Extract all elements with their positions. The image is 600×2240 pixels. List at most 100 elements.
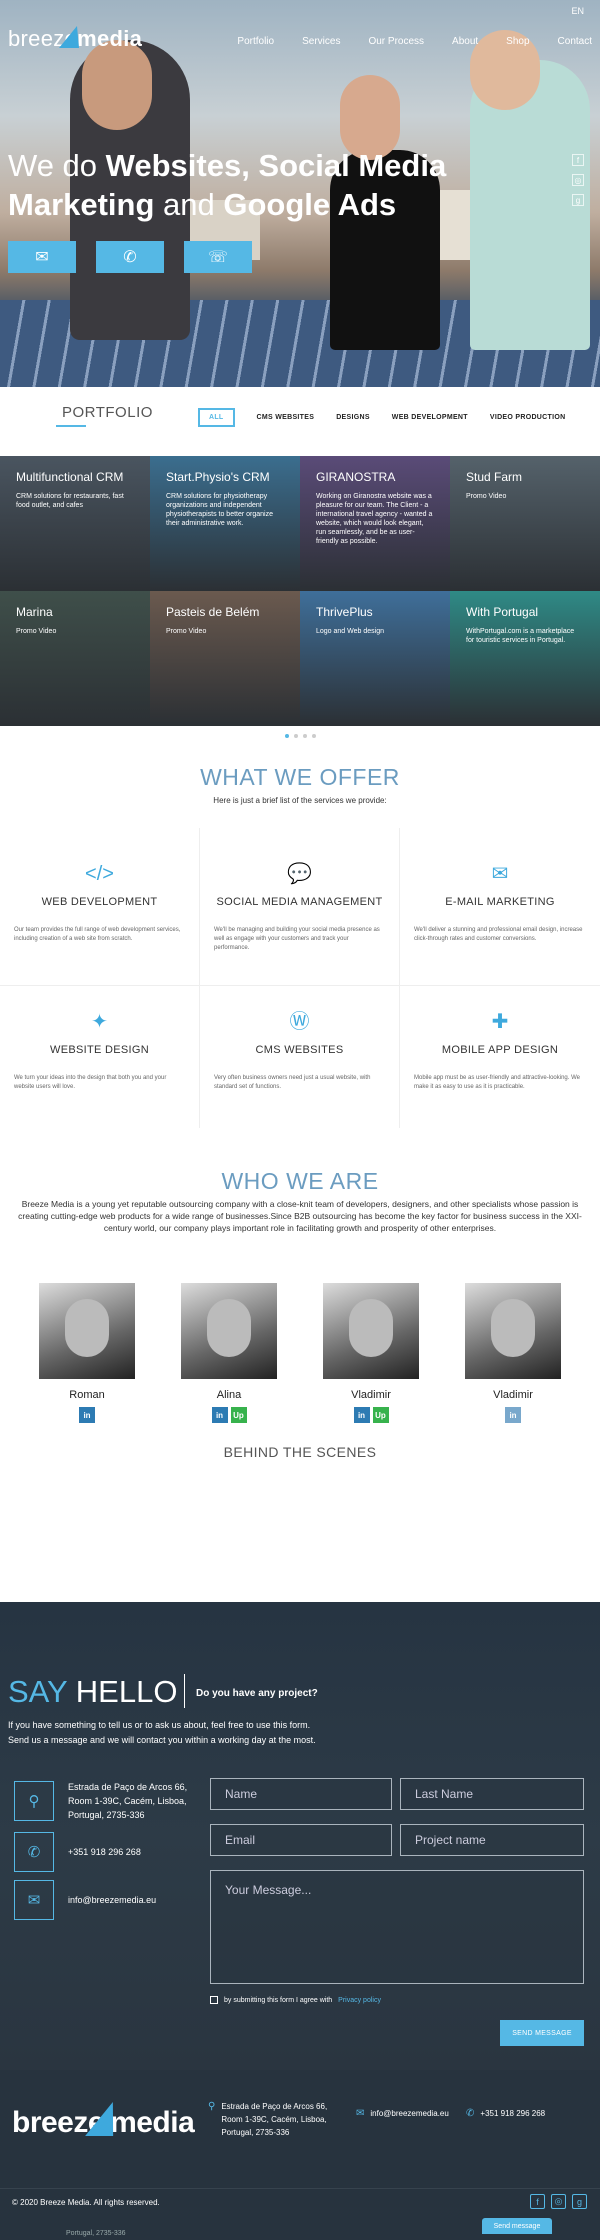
- member-name: Roman: [69, 1389, 105, 1401]
- portfolio-title: PORTFOLIO: [56, 404, 153, 427]
- instagram-icon[interactable]: ◎: [551, 2194, 566, 2209]
- footer-phone[interactable]: ✆ +351 918 296 268: [466, 2108, 545, 2119]
- service-card: ✉ E-MAIL MARKETING We'll deliver a stunnin…: [400, 828, 600, 986]
- location-pin-icon: ⚲: [208, 2101, 216, 2112]
- portfolio-item[interactable]: With Portugal WithPortugal.com is a marke…: [450, 591, 600, 726]
- address-line: Estrada de Paço de Arcos 66,: [221, 2102, 328, 2111]
- who-title: WHO WE ARE: [221, 1168, 379, 1194]
- message-textarea[interactable]: Your Message...: [210, 1870, 584, 1984]
- hello-text: HELLO: [67, 1674, 178, 1709]
- main-nav: Portfolio Services Our Process About Sho…: [237, 36, 592, 47]
- portfolio-item[interactable]: ThrivePlus Logo and Web design: [300, 591, 450, 726]
- envelope-icon: ✉: [356, 2108, 365, 2119]
- team-member: Vladimir in Up: [316, 1283, 426, 1423]
- service-desc: Mobile app must be as user-friendly and …: [414, 1075, 580, 1090]
- phone-text[interactable]: +351 918 296 268: [68, 1845, 198, 1859]
- project-question: Do you have any project?: [196, 1688, 318, 1699]
- agree-checkbox[interactable]: [210, 1996, 218, 2004]
- divider: [0, 2188, 600, 2189]
- phone-icon: ✆: [14, 1832, 54, 1872]
- nav-contact[interactable]: Contact: [558, 36, 592, 47]
- address-line: Room 1-39C, Cacém, Lisboa,: [221, 2115, 327, 2124]
- service-card: ✦ WEBSITE DESIGN We turn your ideas into t…: [0, 986, 200, 1128]
- puzzle-icon: ✚: [491, 1011, 509, 1033]
- privacy-agreement: by submitting this form I agree with Priv…: [210, 1996, 381, 2004]
- portfolio-item[interactable]: Stud Farm Promo Video: [450, 456, 600, 591]
- send-message-button[interactable]: SEND MESSAGE: [500, 2020, 584, 2046]
- envelope-icon: ✉: [35, 249, 49, 266]
- services-grid: </> WEB DEVELOPMENT Our team provides the …: [0, 828, 600, 1128]
- offer-subtitle: Here is just a brief list of the service…: [213, 796, 387, 805]
- mail-icon: ✉: [491, 863, 509, 885]
- last-name-input[interactable]: Last Name: [400, 1778, 584, 1810]
- portfolio-item[interactable]: Start.Physio's CRM CRM solutions for phys…: [150, 456, 300, 591]
- service-desc: We turn your ideas into the design that …: [14, 1075, 167, 1090]
- portfolio-item-desc: Working on Giranostra website was a plea…: [316, 493, 433, 545]
- linkedin-icon[interactable]: in: [353, 1407, 370, 1423]
- service-card: 💬 SOCIAL MEDIA MANAGEMENT We'll be managin…: [200, 828, 400, 986]
- carousel-dot[interactable]: [302, 734, 307, 738]
- member-name: Vladimir: [351, 1389, 391, 1401]
- facebook-icon[interactable]: f: [572, 154, 584, 166]
- portfolio-item-title: ThrivePlus: [316, 605, 373, 619]
- upwork-icon[interactable]: Up: [372, 1407, 389, 1423]
- footer-email[interactable]: ✉ info@breezemedia.eu: [356, 2108, 449, 2119]
- intro-line: If you have something to tell us or to a…: [8, 1720, 311, 1730]
- send-message-tab[interactable]: Send message: [482, 2218, 552, 2234]
- email-button[interactable]: ✉: [8, 241, 76, 273]
- footer-social: f ◎ g: [530, 2194, 587, 2209]
- nav-our-process[interactable]: Our Process: [368, 36, 424, 47]
- hero-headline: We do Websites, Social Media Marketing a…: [8, 146, 446, 224]
- google-plus-icon[interactable]: g: [572, 2194, 587, 2209]
- nav-portfolio[interactable]: Portfolio: [237, 36, 274, 47]
- filter-cms-websites[interactable]: CMS WEBSITES: [257, 414, 315, 421]
- address-line: Portugal, 2735-336: [221, 2128, 290, 2137]
- upwork-icon[interactable]: Up: [230, 1407, 247, 1423]
- headline-text: Websites, Social Media: [105, 148, 447, 183]
- footer: breeze media ⚲ Estrada de Paço de Arcos 66…: [0, 2070, 600, 2240]
- service-card: Ⓦ CMS WEBSITES Very often business owners …: [200, 986, 400, 1128]
- linkedin-icon[interactable]: in: [505, 1407, 521, 1423]
- portfolio-item[interactable]: GIRANOSTRA Working on Giranostra website …: [300, 456, 450, 591]
- carousel-dot[interactable]: [284, 734, 289, 738]
- headline-text: We do: [8, 148, 106, 183]
- chat-button[interactable]: ☏: [184, 241, 252, 273]
- phone-icon: ✆: [123, 249, 137, 266]
- filter-video-production[interactable]: VIDEO PRODUCTION: [490, 414, 566, 421]
- email-input[interactable]: Email: [210, 1824, 392, 1856]
- facebook-icon[interactable]: f: [530, 2194, 545, 2209]
- chat-icon: ☏: [207, 249, 228, 266]
- email-text[interactable]: info@breezemedia.eu: [68, 1893, 198, 1907]
- linkedin-icon[interactable]: in: [211, 1407, 228, 1423]
- instagram-icon[interactable]: ◎: [572, 174, 584, 186]
- filter-web-development[interactable]: WEB DEVELOPMENT: [392, 414, 468, 421]
- portfolio-item[interactable]: Multifunctional CRM CRM solutions for res…: [0, 456, 150, 591]
- site-logo[interactable]: breezemedia: [8, 26, 142, 52]
- google-plus-icon[interactable]: g: [572, 194, 584, 206]
- name-input[interactable]: Name: [210, 1778, 392, 1810]
- call-button[interactable]: ✆: [96, 241, 164, 273]
- contact-section: SAY HELLO Do you have any project? If yo…: [0, 1602, 600, 2070]
- footer-logo[interactable]: breeze media: [12, 2102, 195, 2140]
- portfolio-item-title: Start.Physio's CRM: [166, 470, 270, 484]
- filter-all[interactable]: ALL: [198, 408, 235, 427]
- language-switch[interactable]: EN: [571, 6, 584, 16]
- nav-about[interactable]: About: [452, 36, 478, 47]
- portfolio-item[interactable]: Marina Promo Video: [0, 591, 150, 726]
- portfolio-item-title: GIRANOSTRA: [316, 470, 396, 484]
- carousel-dot[interactable]: [311, 734, 316, 738]
- linkedin-icon[interactable]: in: [79, 1407, 95, 1423]
- privacy-policy-link[interactable]: Privacy policy: [338, 1997, 381, 2004]
- nav-services[interactable]: Services: [302, 36, 340, 47]
- project-name-input[interactable]: Project name: [400, 1824, 584, 1856]
- service-desc: Very often business owners need just a u…: [214, 1075, 371, 1090]
- carousel-dot[interactable]: [293, 734, 298, 738]
- person-photo: [82, 40, 152, 130]
- filter-designs[interactable]: DESIGNS: [336, 414, 370, 421]
- nav-shop[interactable]: Shop: [506, 36, 529, 47]
- portfolio-item[interactable]: Pasteis de Belém Promo Video: [150, 591, 300, 726]
- service-card: ✚ MOBILE APP DESIGN Mobile app must be as …: [400, 986, 600, 1128]
- portfolio-item-title: Pasteis de Belém: [166, 605, 260, 619]
- service-card: </> WEB DEVELOPMENT Our team provides the …: [0, 828, 200, 986]
- hero-banner: breezemedia EN Portfolio Services Our Pr…: [0, 0, 600, 387]
